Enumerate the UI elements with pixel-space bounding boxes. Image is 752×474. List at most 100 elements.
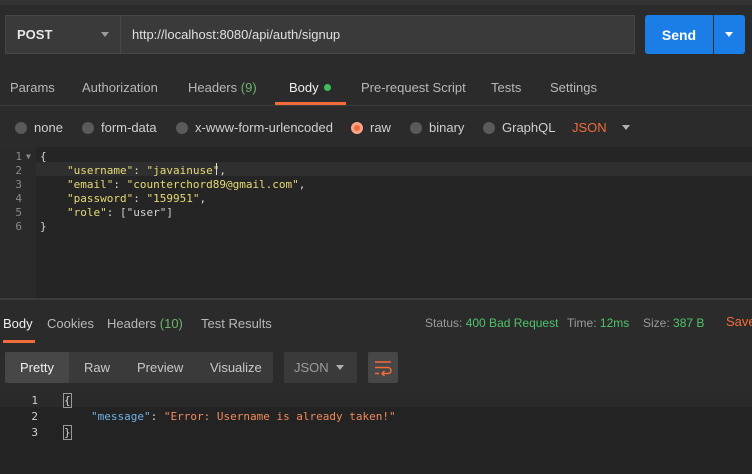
response-format-select[interactable]: JSON (284, 352, 357, 383)
raw-format-select[interactable]: JSON (572, 120, 630, 135)
line-number: 5 (15, 206, 22, 219)
json-value: "Error: Username is already taken!" (163, 410, 396, 423)
code-line: "message": "Error: Username is already t… (91, 410, 396, 423)
radio-label: binary (429, 120, 465, 135)
radio-binary[interactable]: binary (410, 120, 464, 135)
line-number: 3 (15, 178, 22, 191)
tab-tests[interactable]: Tests (491, 80, 521, 95)
response-tab-test-results[interactable]: Test Results (201, 316, 272, 331)
radio-icon (82, 121, 94, 134)
chevron-down-icon (725, 32, 733, 37)
tab-params[interactable]: Params (10, 80, 55, 95)
radio-label: raw (370, 120, 391, 135)
view-visualize-button[interactable]: Visualize (210, 352, 262, 383)
tab-label: Test Results (201, 316, 272, 331)
status-value[interactable]: 400 Bad Request (466, 316, 559, 330)
radio-icon (15, 121, 27, 134)
active-line-highlight (0, 392, 752, 407)
code-line: { (63, 393, 72, 408)
tab-headers[interactable]: Headers (9) (188, 80, 257, 95)
radio-form-data[interactable]: form-data (82, 120, 157, 135)
radio-x-www-form-urlencoded[interactable]: x-www-form-urlencoded (176, 120, 333, 135)
response-tab-headers[interactable]: Headers (10) (107, 316, 183, 331)
tab-settings[interactable]: Settings (550, 80, 597, 95)
line-number: 1 (15, 150, 22, 163)
json-value: "javainuse" (146, 164, 220, 177)
response-status: Status: 400 Bad Request (425, 316, 558, 330)
tab-body[interactable]: Body (289, 80, 331, 95)
method-select[interactable]: POST (5, 15, 120, 54)
tab-pre-request-script[interactable]: Pre-request Script (361, 80, 466, 95)
tab-label: Body (289, 80, 319, 95)
size-value[interactable]: 387 B (673, 316, 704, 330)
view-preview-button[interactable]: Preview (137, 352, 183, 383)
wrap-lines-button[interactable] (368, 352, 398, 383)
line-number: 2 (15, 164, 22, 177)
send-options-button[interactable] (714, 15, 745, 54)
time-value[interactable]: 12ms (600, 316, 629, 330)
response-time: Time: 12ms (567, 316, 629, 330)
radio-label: none (34, 120, 63, 135)
line-number: 2 (31, 410, 38, 423)
response-size: Size: 387 B (643, 316, 704, 330)
code-line: "username": "javainuse", (67, 164, 226, 177)
tab-label: Headers (188, 80, 238, 95)
radio-label: GraphQL (502, 120, 556, 135)
radio-icon (483, 121, 495, 134)
chevron-down-icon (101, 32, 109, 37)
radio-none[interactable]: none (15, 120, 63, 135)
radio-graphql[interactable]: GraphQL (483, 120, 555, 135)
json-key: "email" (67, 178, 114, 191)
code-line: "password": "159951", (67, 192, 207, 205)
tab-label: Params (10, 80, 55, 95)
json-comma: , (219, 164, 226, 177)
tab-label: Headers (107, 316, 157, 331)
radio-selected-icon (351, 121, 363, 134)
fold-arrow-icon[interactable]: ▼ (26, 152, 31, 161)
radio-label: x-www-form-urlencoded (195, 120, 333, 135)
tab-authorization[interactable]: Authorization (82, 80, 158, 95)
radio-raw[interactable]: raw (351, 120, 391, 135)
url-input[interactable]: http://localhost:8080/api/auth/signup (120, 15, 635, 54)
save-response-button[interactable]: Save (726, 314, 752, 329)
close-brace: } (63, 425, 72, 440)
radio-label: form-data (101, 120, 157, 135)
top-edge (0, 0, 752, 5)
tab-label: Pre-request Script (361, 80, 466, 95)
radio-icon (410, 121, 422, 134)
code-line: "email": "counterchord89@gmail.com", (67, 178, 306, 191)
code-line: } (40, 220, 47, 233)
url-text: http://localhost:8080/api/auth/signup (132, 27, 341, 42)
json-key: "role" (67, 206, 107, 219)
json-key: "password" (67, 192, 134, 205)
json-key: "username" (67, 164, 134, 177)
view-pretty-button[interactable]: Pretty (20, 352, 54, 383)
response-format-label: JSON (294, 360, 329, 375)
tab-label: Authorization (82, 80, 158, 95)
tab-label: Cookies (47, 316, 94, 331)
view-raw-button[interactable]: Raw (84, 352, 110, 383)
code-line: "role": ["user"] (67, 206, 173, 219)
line-number: 4 (15, 192, 22, 205)
chevron-down-icon (621, 125, 630, 130)
response-divider[interactable] (0, 298, 752, 300)
line-number: 1 (31, 394, 38, 407)
tab-label: Body (3, 316, 33, 331)
code-line: { (40, 150, 47, 163)
tab-label: Tests (491, 80, 522, 95)
line-number: 3 (31, 426, 38, 439)
json-value: "159951" (146, 192, 200, 205)
modified-dot-icon (323, 84, 331, 91)
json-value: ["user"] (120, 206, 173, 219)
send-button[interactable]: Send (645, 15, 713, 54)
raw-format-label: JSON (572, 120, 607, 135)
open-brace: { (63, 393, 72, 408)
json-comma: , (298, 178, 306, 191)
response-tab-cookies[interactable]: Cookies (47, 316, 94, 331)
line-number: 6 (15, 220, 22, 233)
response-tab-body[interactable]: Body (3, 316, 33, 331)
size-label: Size: (643, 316, 670, 330)
json-comma: , (199, 192, 207, 205)
text-cursor (216, 163, 217, 175)
tab-count: (9) (240, 80, 257, 95)
